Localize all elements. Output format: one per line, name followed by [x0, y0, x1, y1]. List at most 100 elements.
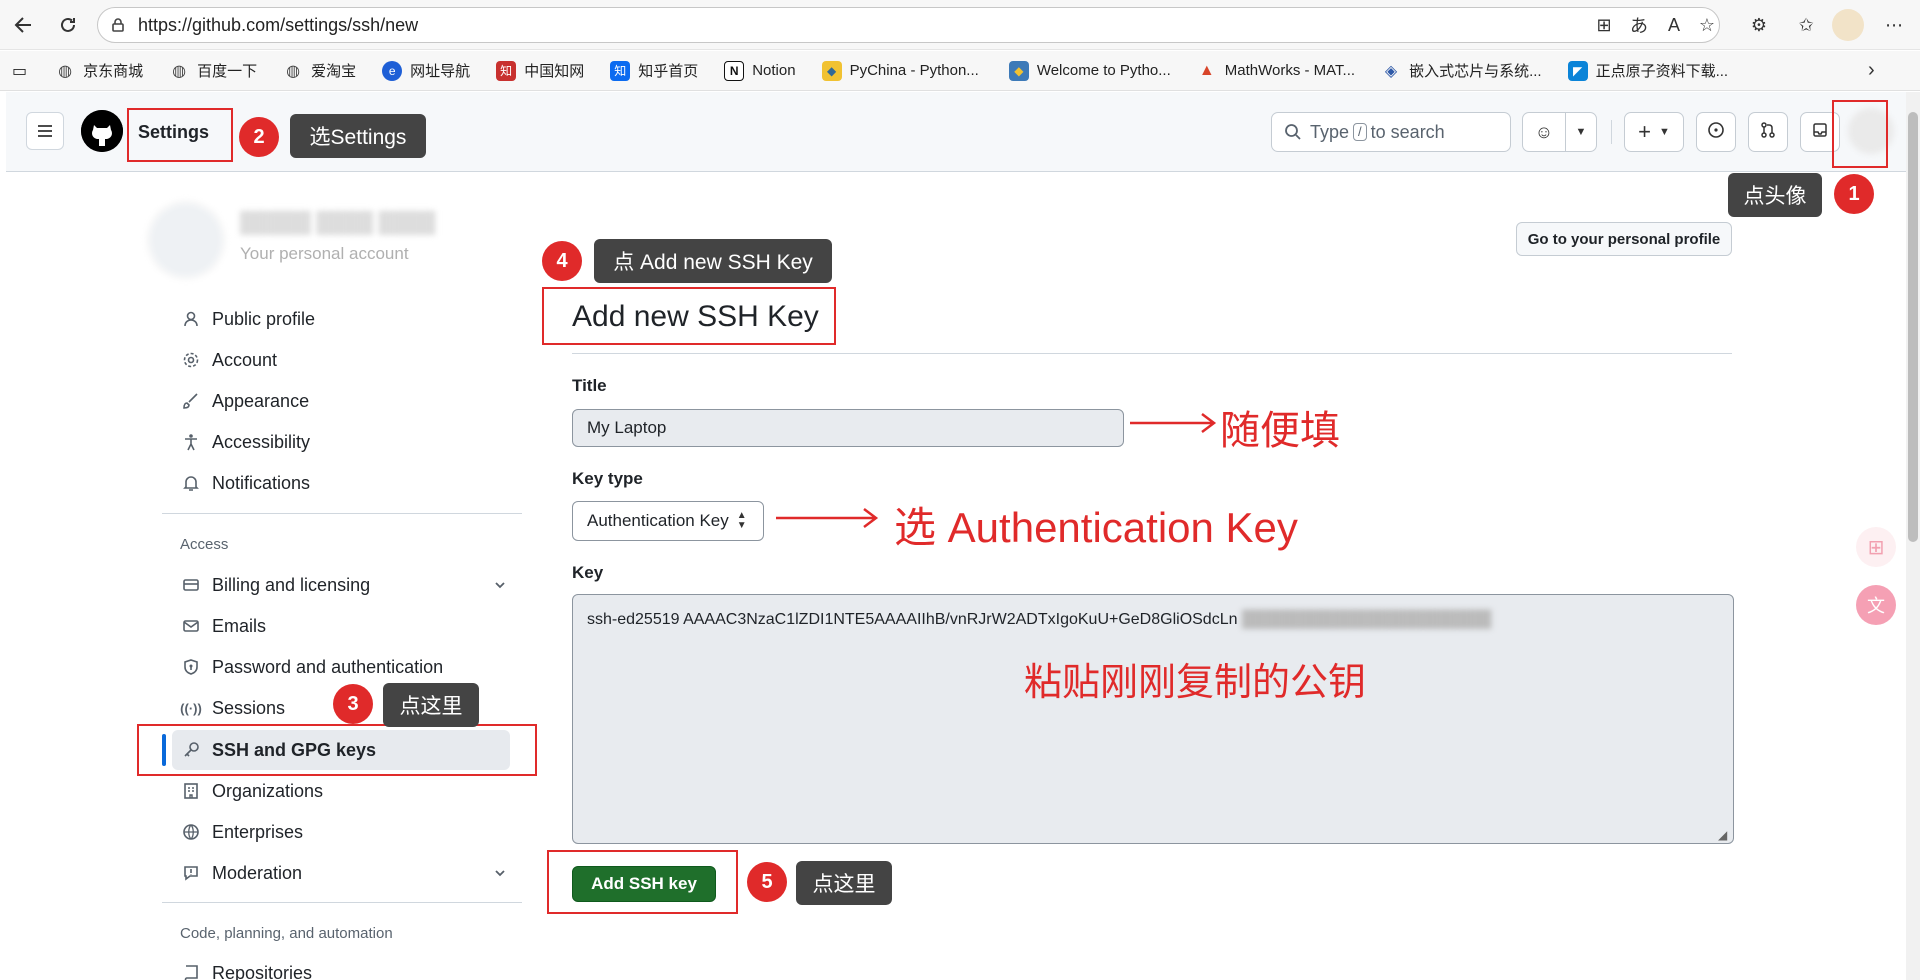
step-tip-5: 点这里 [796, 861, 892, 905]
bookmarks-toggle[interactable]: ▭ [12, 61, 27, 81]
bookmark-item[interactable]: ◆ Welcome to Pytho... [1008, 60, 1171, 81]
sidebar-item-account[interactable]: Account [180, 345, 277, 375]
step-badge-3: 3 [333, 684, 373, 724]
bookmark-item[interactable]: ◈ 嵌入式芯片与系统... [1381, 60, 1542, 81]
sidebar-section-access: Access [180, 536, 229, 553]
key-type-label: Key type [572, 469, 643, 488]
copilot-icon: ☺ [1534, 121, 1554, 142]
resize-handle-icon[interactable]: ◢ [1718, 828, 1727, 842]
sidebar-item-sessions[interactable]: ((·)) Sessions [180, 693, 285, 723]
copilot-dropdown-button[interactable]: ▼ [1565, 112, 1597, 152]
python-icon: ◆ [1008, 60, 1029, 81]
chip-site-icon: ◈ [1384, 62, 1398, 80]
sidebar-item-repositories[interactable]: Repositories [180, 958, 312, 980]
pull-requests-button[interactable] [1748, 112, 1788, 152]
report-icon [180, 862, 202, 884]
site-info-icon [108, 15, 128, 35]
sidebar-item-password-auth[interactable]: Password and authentication [180, 652, 443, 682]
grid-widget-icon[interactable]: ⊞ [1856, 527, 1896, 567]
bookmarks-overflow-chevron-icon[interactable]: › [1868, 59, 1875, 82]
sidebar-item-billing[interactable]: Billing and licensing [180, 570, 510, 600]
note-key: 粘贴刚刚复制的公钥 [1024, 662, 1367, 704]
read-aloud-icon[interactable]: A [1660, 11, 1688, 39]
plus-icon: + [1638, 119, 1651, 144]
caret-down-icon: ▼ [1658, 126, 1670, 138]
more-menu-icon[interactable]: ⋯ [1880, 11, 1908, 39]
bookmark-item[interactable]: N Notion [724, 60, 796, 81]
favorites-list-icon[interactable]: ✩ [1792, 11, 1820, 39]
scrollbar-thumb[interactable] [1908, 112, 1918, 542]
translate-widget-icon[interactable]: 文 [1856, 585, 1896, 625]
globe-icon: ◍ [172, 62, 187, 80]
python-icon: ◆ [821, 60, 842, 81]
repo-icon [180, 962, 202, 980]
sidebar-item-emails[interactable]: Emails [180, 611, 266, 641]
mail-icon [180, 615, 202, 637]
step-badge-5: 5 [747, 862, 787, 902]
step-tip-2: 选Settings [290, 114, 426, 158]
global-menu-button[interactable] [26, 112, 64, 150]
redacted-key-tail: ██████████████████████ [1237, 611, 1492, 628]
sidebar-section-code: Code, planning, and automation [180, 925, 393, 942]
extensions-icon[interactable]: ⚙ [1745, 11, 1773, 39]
step-tip-4: 点 Add new SSH Key [594, 239, 832, 283]
bookmark-item[interactable]: ▲ MathWorks - MAT... [1197, 61, 1355, 81]
sidebar-divider [162, 902, 522, 903]
title-input[interactable]: My Laptop [572, 409, 1124, 447]
highlight-page-title [542, 287, 836, 345]
app-available-icon[interactable]: ⊞ [1590, 11, 1618, 39]
sidebar-item-organizations[interactable]: Organizations [180, 776, 323, 806]
note-key-type: 选 Authentication Key [894, 504, 1298, 551]
credit-card-icon [180, 574, 202, 596]
bookmark-item[interactable]: ◆ PyChina - Python... [821, 60, 979, 81]
broadcast-icon: ((·)) [180, 700, 202, 716]
key-type-select[interactable]: Authentication Key ▲ ▼ [572, 501, 764, 541]
github-logo-icon[interactable] [81, 110, 123, 152]
bookmark-item[interactable]: ◍ 百度一下 [169, 60, 257, 81]
browser-profile-avatar[interactable] [1832, 9, 1864, 41]
bookmark-item[interactable]: e 网址导航 [382, 60, 470, 81]
screenshot-root: https://github.com/settings/ssh/new ⊞ あ … [0, 0, 1920, 980]
shield-lock-icon [180, 656, 202, 678]
go-to-profile-button[interactable]: Go to your personal profile [1516, 222, 1732, 256]
git-pull-request-icon [1759, 121, 1777, 144]
sidebar-item-moderation[interactable]: Moderation [180, 858, 510, 888]
back-button[interactable] [8, 9, 40, 41]
zhihu-icon: 知 [610, 60, 631, 81]
favorite-star-icon[interactable]: ☆ [1693, 11, 1721, 39]
highlight-settings [127, 108, 233, 162]
bookmark-item[interactable]: 知中国知网 [496, 60, 584, 81]
reload-icon [61, 17, 75, 32]
create-new-button[interactable]: + ▼ [1624, 112, 1684, 152]
step-badge-4: 4 [542, 241, 582, 281]
search-icon [1284, 123, 1302, 141]
chevron-down-icon [490, 575, 510, 595]
select-arrows-icon: ▲ ▼ [736, 510, 747, 531]
issues-button[interactable] [1696, 112, 1736, 152]
issue-opened-icon [1707, 121, 1725, 144]
highlight-avatar [1832, 100, 1888, 168]
step-tip-1: 点头像 [1728, 173, 1822, 217]
bookmark-item[interactable]: 知知乎首页 [610, 60, 698, 81]
bookmark-item[interactable]: ◍ 爱淘宝 [283, 60, 356, 81]
bell-icon [180, 472, 202, 494]
search-input[interactable]: Type / to search [1271, 112, 1511, 152]
accessibility-icon [180, 431, 202, 453]
matlab-icon: ▲ [1198, 61, 1215, 79]
reload-button[interactable] [52, 9, 84, 41]
sidebar-item-appearance[interactable]: Appearance [180, 386, 309, 416]
sidebar-item-public-profile[interactable]: Public profile [180, 304, 315, 334]
notion-icon: N [724, 60, 745, 81]
translate-icon[interactable]: あ [1625, 11, 1653, 39]
sidebar-item-enterprises[interactable]: Enterprises [180, 817, 303, 847]
bookmark-item[interactable]: ◤ 正点原子资料下载... [1567, 60, 1728, 81]
bookmark-item[interactable]: ◍ 京东商城 [55, 60, 143, 81]
caret-down-icon: ▼ [1575, 126, 1587, 138]
key-textarea[interactable]: ssh-ed25519 AAAAC3NzaC1lZDI1NTE5AAAAIIhB… [572, 594, 1734, 844]
sidebar-item-notifications[interactable]: Notifications [180, 468, 310, 498]
highlight-add-button [547, 850, 738, 914]
sidebar-item-accessibility[interactable]: Accessibility [180, 427, 310, 457]
copilot-button[interactable]: ☺ [1522, 112, 1566, 152]
address-bar[interactable]: https://github.com/settings/ssh/new [97, 7, 1720, 43]
arrow-right-icon [776, 508, 879, 528]
